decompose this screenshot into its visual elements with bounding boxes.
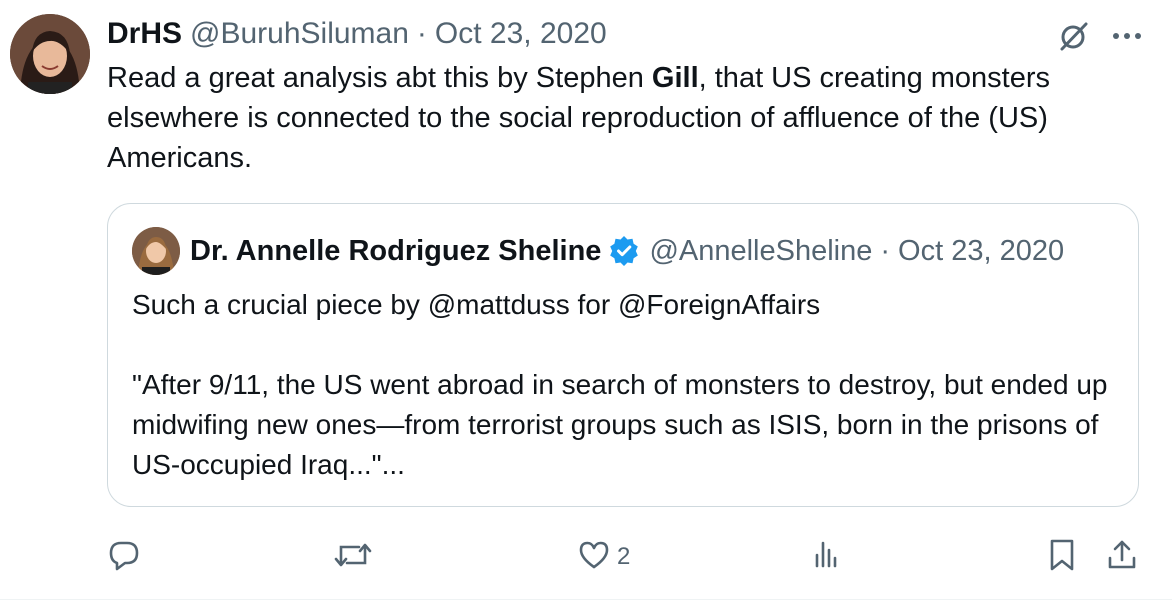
tweet-text-part: Read a great analysis abt this by Stephe… [107, 62, 652, 94]
share-icon [1105, 538, 1139, 577]
bookmark-icon [1047, 538, 1077, 577]
tweet: DrHS @BuruhSiluman · Oct 23, 2020 Read a… [0, 0, 1172, 602]
quoted-avatar[interactable] [132, 227, 180, 275]
bookmark-button[interactable] [1047, 535, 1077, 579]
separator-dot: · [880, 234, 891, 267]
views-button[interactable] [810, 535, 850, 579]
top-actions [1056, 14, 1142, 58]
grok-icon[interactable] [1056, 19, 1090, 53]
quoted-author-handle[interactable]: @AnnelleSheline [649, 235, 872, 268]
tweet-text-bold: Gill [651, 62, 699, 94]
author-handle[interactable]: @BuruhSiluman [190, 17, 409, 51]
verified-badge-icon [609, 236, 639, 266]
quoted-date[interactable]: Oct 23, 2020 [898, 235, 1064, 268]
tweet-date[interactable]: Oct 23, 2020 [435, 17, 607, 51]
reply-button[interactable] [107, 535, 147, 579]
like-icon [577, 538, 611, 577]
reply-icon [107, 538, 141, 577]
divider [0, 599, 1172, 600]
views-icon [810, 538, 844, 577]
quoted-header: Dr. Annelle Rodriguez Sheline @AnnelleSh… [190, 231, 1064, 271]
share-button[interactable] [1105, 535, 1139, 579]
quoted-author-name[interactable]: Dr. Annelle Rodriguez Sheline [190, 235, 601, 268]
quoted-text: Such a crucial piece by @mattduss for @F… [132, 289, 1108, 480]
retweet-icon [333, 538, 373, 577]
separator-dot: · [416, 17, 427, 50]
quoted-tweet[interactable]: Dr. Annelle Rodriguez Sheline @AnnelleSh… [107, 203, 1139, 507]
like-count: 2 [617, 543, 631, 570]
tweet-text: Read a great analysis abt this by Stephe… [107, 58, 1147, 178]
avatar[interactable] [10, 14, 90, 94]
more-icon[interactable] [1112, 31, 1142, 41]
tweet-header: DrHS @BuruhSiluman · Oct 23, 2020 [107, 14, 607, 54]
action-bar: 2 [107, 535, 1147, 579]
author-name[interactable]: DrHS [107, 17, 182, 51]
retweet-button[interactable] [333, 535, 379, 579]
like-button[interactable]: 2 [577, 535, 630, 579]
